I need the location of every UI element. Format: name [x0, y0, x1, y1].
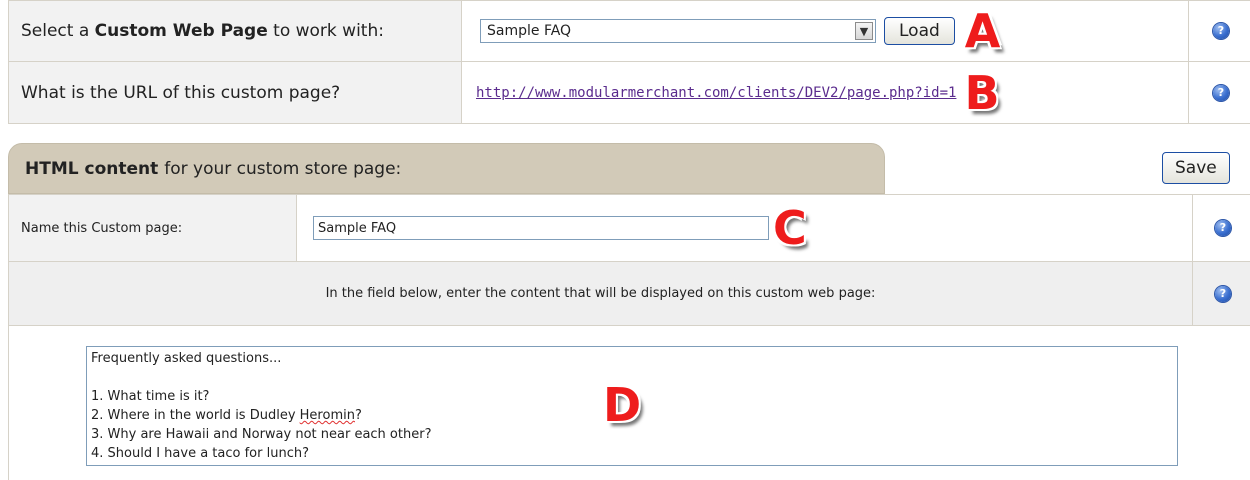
- misspelled-word: Heromin: [299, 408, 355, 423]
- chevron-down-icon[interactable]: ▼: [855, 22, 873, 40]
- html-content-tab-subtitle: for your custom store page:: [164, 158, 402, 179]
- page-name-controls: Sample FAQ C: [297, 195, 1193, 261]
- url-label: What is the URL of this custom page?: [9, 62, 462, 123]
- instruction-text: In the field below, enter the content th…: [9, 262, 1193, 325]
- url-row: What is the URL of this custom page? htt…: [8, 62, 1250, 124]
- help-icon[interactable]: ?: [1213, 23, 1229, 39]
- html-content-tab: HTML content for your custom store page:: [8, 143, 885, 194]
- custom-page-select[interactable]: Sample FAQ ▼: [480, 19, 876, 43]
- html-content-tab-title: HTML content: [25, 158, 159, 179]
- content-line: 2. Where in the world is Dudley: [91, 408, 300, 423]
- select-page-help: ?: [1189, 1, 1250, 61]
- select-page-row: Select a Custom Web Page to work with: S…: [8, 0, 1250, 62]
- annotation-marker-b: B: [964, 65, 1000, 120]
- content-line: 3. Why are Hawaii and Norway not near ea…: [91, 427, 432, 442]
- instruction-row: In the field below, enter the content th…: [8, 262, 1250, 326]
- instruction-help: ?: [1193, 262, 1250, 325]
- help-icon[interactable]: ?: [1213, 84, 1229, 101]
- select-page-controls: Sample FAQ ▼ Load A: [462, 1, 1189, 61]
- custom-page-select-value: Sample FAQ: [487, 23, 572, 39]
- url-help: ?: [1189, 62, 1250, 123]
- annotation-marker-d: D: [603, 378, 642, 432]
- page-name-help: ?: [1193, 195, 1250, 261]
- load-button[interactable]: Load: [884, 17, 955, 45]
- annotation-marker-c: C: [773, 201, 807, 255]
- help-icon[interactable]: ?: [1215, 285, 1231, 302]
- content-line: 1. What time is it?: [91, 389, 210, 404]
- page-name-label: Name this Custom page:: [9, 195, 297, 261]
- content-line: ?: [354, 408, 362, 423]
- custom-page-url-link[interactable]: http://www.modularmerchant.com/clients/D…: [476, 85, 956, 101]
- url-controls: http://www.modularmerchant.com/clients/D…: [462, 62, 1189, 123]
- content-editor-area: Frequently asked questions... 1. What ti…: [8, 326, 1250, 480]
- annotation-marker-a: A: [964, 4, 1001, 58]
- page-name-input[interactable]: Sample FAQ: [313, 216, 769, 240]
- select-page-label: Select a Custom Web Page to work with:: [9, 1, 462, 61]
- help-icon[interactable]: ?: [1215, 220, 1231, 236]
- page-name-row: Name this Custom page: Sample FAQ C ?: [8, 194, 1250, 262]
- content-line: Frequently asked questions...: [91, 351, 282, 366]
- save-button[interactable]: Save: [1162, 152, 1230, 184]
- content-line: 4. Should I have a taco for lunch?: [91, 446, 309, 461]
